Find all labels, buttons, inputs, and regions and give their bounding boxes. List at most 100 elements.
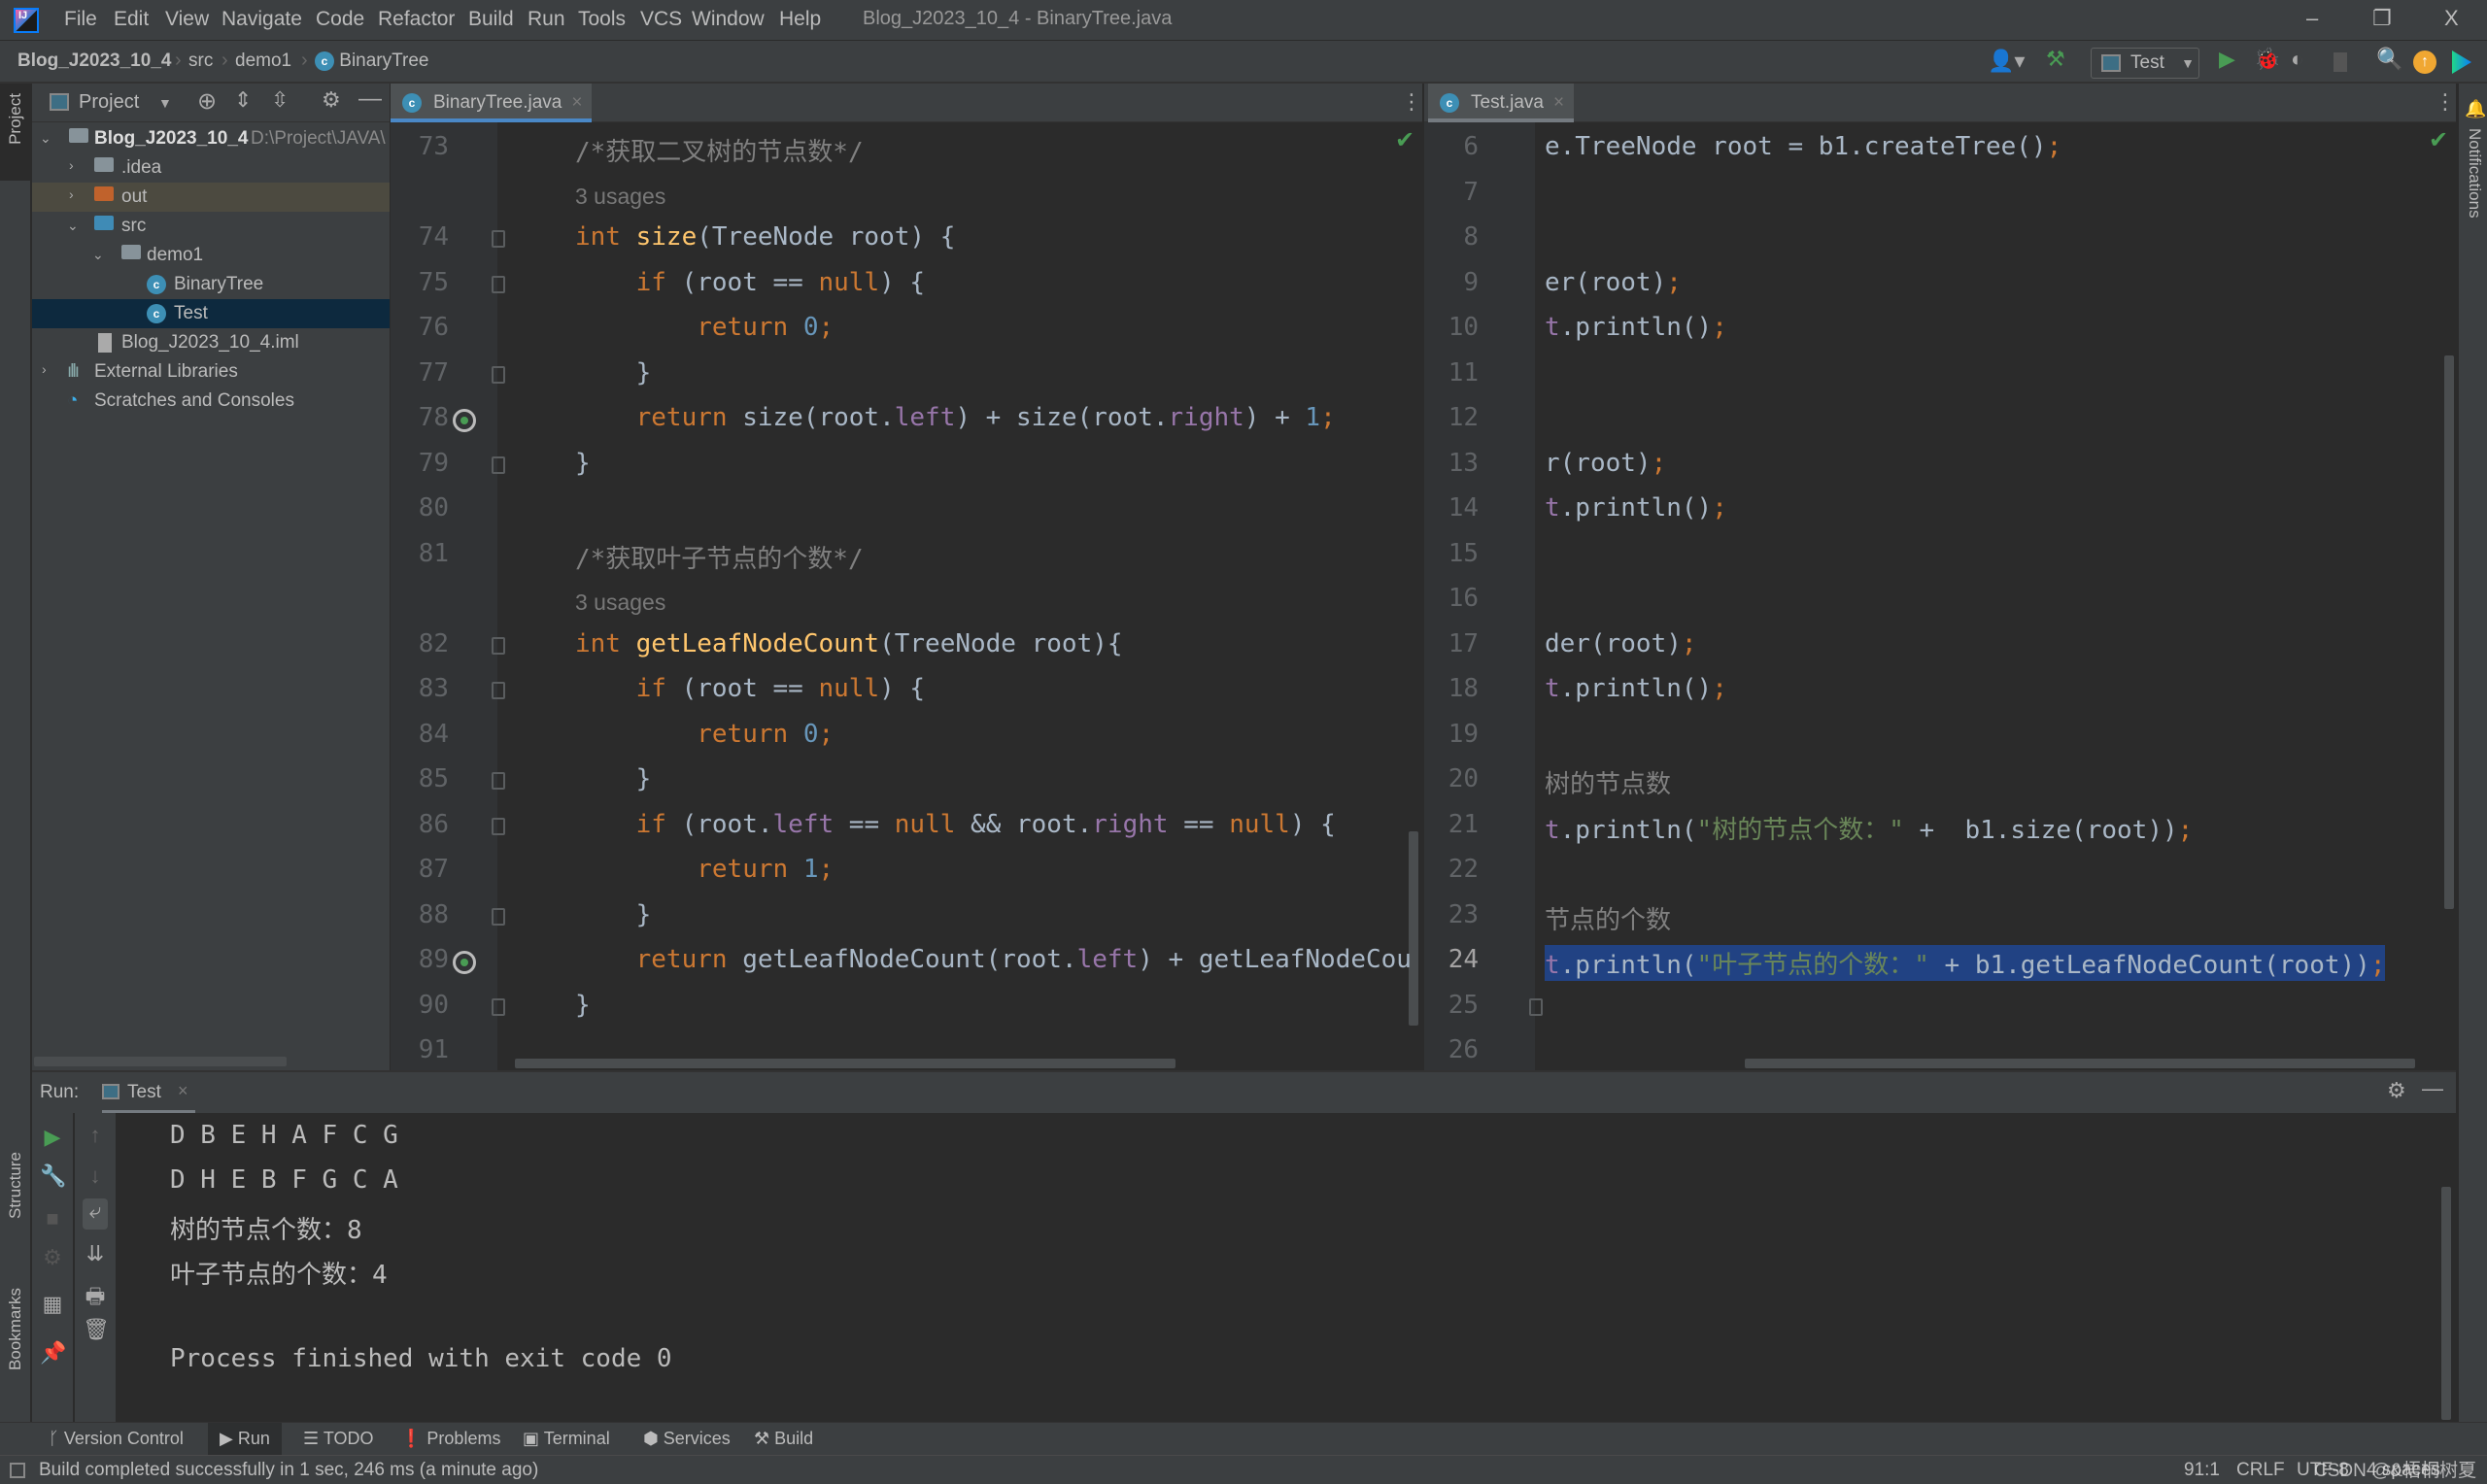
fold-open-icon[interactable] [492,636,505,655]
build-hammer-icon[interactable]: ⚒ [2046,47,2065,72]
tool-tab-problems[interactable]: ❗ Problems [400,1429,500,1449]
fold-open-icon[interactable] [492,682,505,699]
line-separator[interactable]: CRLF [2236,1460,2285,1481]
fold-open-icon[interactable] [492,230,505,248]
more-tabs-icon[interactable]: ⋮ [1401,89,1422,115]
collapse-all-icon[interactable]: ⇳ [271,87,289,113]
run-icon[interactable]: ▶ [2219,47,2235,72]
run-configuration-select[interactable]: Test ▼ [2091,48,2199,79]
tree-item-idea[interactable]: › .idea [32,153,390,183]
project-view-select[interactable]: Project [79,91,139,114]
tree-item-src[interactable]: ⌄ src [32,212,390,241]
breadcrumb-project[interactable]: Blog_J2023_10_4 [17,51,171,72]
gear-icon[interactable]: ⚙ [2387,1078,2406,1103]
print-icon[interactable]: 🖶 [83,1280,108,1317]
run-tab-test[interactable]: Test × [102,1072,195,1113]
menu-run[interactable]: Run [528,8,565,31]
notifications-tool-tab[interactable]: Notifications [2465,128,2484,219]
fold-close-icon[interactable] [1529,997,1543,1016]
close-tab-icon[interactable]: × [178,1081,188,1101]
stop-icon[interactable] [2334,52,2347,72]
menu-build[interactable]: Build [468,8,514,31]
arrow-down-icon[interactable]: ↓ [83,1164,108,1189]
close-button[interactable]: X [2444,6,2459,31]
search-icon[interactable]: 🔍 [2376,47,2402,72]
project-tool-tab[interactable]: Project [0,84,31,181]
vertical-scrollbar[interactable] [2441,1187,2451,1420]
trash-icon[interactable]: 🗑 [83,1317,110,1342]
rerun-icon[interactable]: ▶ [40,1125,65,1150]
menu-edit[interactable]: Edit [114,8,149,31]
notifications-bell-icon[interactable]: 🔔 [2465,99,2486,119]
menu-vcs[interactable]: VCS [640,8,682,31]
vcs-user-icon[interactable]: 👤▾ [1988,49,2025,74]
stop-icon[interactable]: ■ [40,1206,65,1231]
horizontal-scrollbar[interactable] [515,1059,1175,1068]
menu-help[interactable]: Help [779,8,821,31]
menu-window[interactable]: Window [692,8,765,31]
usages-hint[interactable]: 3 usages [575,588,665,617]
vertical-scrollbar[interactable] [2444,355,2454,909]
debug-disabled-icon[interactable]: ⚙ [40,1245,65,1270]
fold-close-icon[interactable] [492,997,505,1016]
menu-view[interactable]: View [165,8,209,31]
close-tab-icon[interactable]: × [571,92,582,113]
tree-item-root[interactable]: ⌄ Blog_J2023_10_4 D:\Project\JAVA\ [32,124,390,153]
arrow-up-icon[interactable]: ↑ [83,1123,108,1148]
tab-binarytree-java[interactable]: c BinaryTree.java × [391,84,593,122]
hide-panel-icon[interactable]: — [358,85,382,113]
tool-tab-todo[interactable]: ☰ TODO [303,1429,373,1449]
menu-tools[interactable]: Tools [578,8,626,31]
vertical-scrollbar[interactable] [1409,831,1418,1026]
menu-refactor[interactable]: Refactor [378,8,455,31]
tool-tab-terminal[interactable]: ▣ Terminal [523,1429,610,1449]
tree-item-iml[interactable]: Blog_J2023_10_4.iml [32,328,390,357]
pin-icon[interactable]: 📌 [40,1340,66,1366]
close-tab-icon[interactable]: × [1553,92,1564,113]
tree-item-external-libraries[interactable]: › ıllı External Libraries [32,357,390,387]
horizontal-scrollbar[interactable] [1745,1059,2415,1068]
tree-item-binarytree[interactable]: c BinaryTree [32,270,390,299]
update-icon[interactable]: ↑ [2413,51,2436,74]
fold-close-icon[interactable] [492,772,505,790]
horizontal-scrollbar[interactable] [34,1057,287,1066]
coverage-icon[interactable]: ◐ [2291,47,2303,72]
expand-all-icon[interactable]: ⇕ [234,87,252,113]
debug-icon[interactable]: 🐞 [2254,47,2280,72]
chevron-down-icon[interactable]: ▼ [158,95,172,111]
menu-file[interactable]: File [64,8,97,31]
breadcrumb-src[interactable]: src [188,51,213,72]
toggle-tool-windows-icon[interactable] [10,1463,25,1478]
tree-item-demo1[interactable]: ⌄ demo1 [32,241,390,270]
toolbox-icon[interactable] [2452,51,2471,74]
more-tabs-icon[interactable]: ⋮ [2435,89,2456,115]
minimize-button[interactable]: – [2306,6,2318,31]
fold-open-icon[interactable] [492,275,505,293]
soft-wrap-icon[interactable]: ⤶ [83,1198,108,1230]
fold-open-icon[interactable] [492,817,505,835]
caret-position[interactable]: 91:1 [2184,1460,2220,1481]
tool-tab-build[interactable]: ⚒ Build [754,1429,813,1449]
fold-close-icon[interactable] [492,907,505,926]
tool-tab-version-control[interactable]: ᚴ Version Control [49,1429,184,1449]
tree-item-out[interactable]: › out [32,183,390,212]
wrench-icon[interactable]: 🔧 [40,1164,66,1189]
breadcrumb-demo1[interactable]: demo1 [235,51,291,72]
menu-code[interactable]: Code [316,8,364,31]
console-output[interactable]: D B E H A F C G D H E B F G C A 树的节点个数：8… [119,1113,2451,1422]
layout-icon[interactable]: ▦ [40,1292,65,1317]
status-message[interactable]: Build completed successfully in 1 sec, 2… [39,1460,538,1481]
tab-test-java[interactable]: c Test.java × [1428,84,1575,122]
restore-button[interactable]: ❐ [2372,6,2392,31]
tool-tab-run[interactable]: ▶ Run [208,1423,282,1456]
gear-icon[interactable]: ⚙ [322,87,341,113]
tool-tab-services[interactable]: ⬢ Services [643,1429,731,1449]
tree-item-scratches[interactable]: ◔ Scratches and Consoles [32,387,390,416]
code-area[interactable] [1535,122,2456,1070]
hide-panel-icon[interactable]: — [2422,1076,2443,1101]
scroll-to-end-icon[interactable]: ⇊ [83,1241,108,1266]
tree-item-test[interactable]: c Test [32,299,390,328]
breadcrumb-class[interactable]: c BinaryTree [315,51,429,72]
fold-close-icon[interactable] [492,365,505,384]
locate-icon[interactable]: ⊕ [197,87,217,116]
